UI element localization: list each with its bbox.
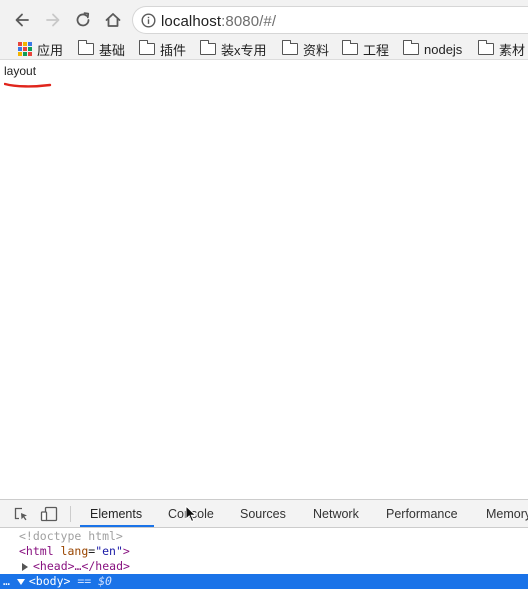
bookmark-folder[interactable]: 工程 xyxy=(341,39,390,59)
bookmark-label: 资料 xyxy=(303,42,330,58)
url-text: localhost:8080/#/ xyxy=(161,13,276,30)
page-viewport: layout xyxy=(0,61,528,499)
reload-button[interactable] xyxy=(72,9,94,31)
head-tag: <head>…</head> xyxy=(33,559,130,573)
body-tag: <body> xyxy=(28,574,71,588)
info-icon[interactable] xyxy=(141,13,156,28)
url-host: localhost xyxy=(161,13,222,30)
back-button[interactable] xyxy=(11,9,33,31)
selected-node-ref: == $0 xyxy=(77,574,112,588)
bookmark-label: 工程 xyxy=(363,42,390,58)
bookmark-folder[interactable]: nodejs xyxy=(402,39,463,59)
arrow-right-icon xyxy=(46,13,60,27)
more-actions-ellipsis[interactable]: … xyxy=(3,574,10,588)
bookmark-label: 素材 xyxy=(499,42,526,58)
folder-icon xyxy=(402,40,419,55)
folder-icon xyxy=(77,40,94,55)
bookmarks-bar: 应用 基础 插件 装x专用 资料 工程 nodejs 素材 xyxy=(0,38,528,60)
tab-network[interactable]: Network xyxy=(313,507,359,521)
bookmark-folder[interactable]: 插件 xyxy=(138,39,187,59)
mouse-pointer-icon xyxy=(185,505,197,523)
devtools-tab-bar: Elements Console Sources Network Perform… xyxy=(0,500,528,528)
dom-node-html[interactable]: <html lang="en"> xyxy=(0,544,528,559)
bookmark-label: 插件 xyxy=(160,42,187,58)
bookmark-label: 装x专用 xyxy=(221,42,267,58)
page-layout-text: layout xyxy=(4,64,37,78)
html-attr-value: "en" xyxy=(95,544,123,558)
folder-icon xyxy=(281,40,298,55)
bookmark-label: nodejs xyxy=(424,41,463,57)
bookmark-label: 应用 xyxy=(37,42,64,58)
address-bar[interactable]: localhost:8080/#/ xyxy=(132,6,528,34)
dom-node-doctype[interactable]: <!doctype html> xyxy=(0,529,528,544)
html-tag-open: <html xyxy=(19,544,54,558)
forward-button[interactable] xyxy=(42,9,64,31)
folder-icon xyxy=(341,40,358,55)
html-tag-close: > xyxy=(122,544,130,558)
collapse-triangle-icon[interactable] xyxy=(16,578,25,585)
devtools-panel: Elements Console Sources Network Perform… xyxy=(0,499,528,593)
tab-elements[interactable]: Elements xyxy=(90,507,142,521)
expand-triangle-icon[interactable] xyxy=(22,562,28,571)
toolbar-divider xyxy=(70,506,71,522)
tab-sources[interactable]: Sources xyxy=(240,507,286,521)
doctype-text: <!doctype html> xyxy=(19,529,123,543)
browser-toolbar: localhost:8080/#/ xyxy=(0,0,528,38)
arrow-left-icon xyxy=(15,13,29,27)
reload-icon xyxy=(76,12,90,27)
bookmark-folder[interactable]: 资料 xyxy=(281,39,330,59)
tab-performance[interactable]: Performance xyxy=(386,507,458,521)
dom-node-head[interactable]: <head>…</head> xyxy=(0,559,528,574)
html-attr-name: lang xyxy=(53,544,89,558)
folder-icon xyxy=(138,40,155,55)
bookmark-apps[interactable]: 应用 xyxy=(18,39,63,59)
folder-icon xyxy=(477,40,494,55)
tab-memory[interactable]: Memory xyxy=(486,507,528,521)
url-port-path: :8080/#/ xyxy=(221,13,277,30)
folder-icon xyxy=(199,40,216,55)
bookmark-folder[interactable]: 装x专用 xyxy=(199,39,267,59)
active-tab-indicator xyxy=(80,525,154,527)
bookmark-folder[interactable]: 素材 xyxy=(477,39,526,59)
device-toolbar-icon[interactable] xyxy=(40,506,58,522)
apps-grid-icon xyxy=(18,42,32,56)
bookmark-label: 基础 xyxy=(99,42,126,58)
home-button[interactable] xyxy=(102,9,124,31)
bookmark-folder[interactable]: 基础 xyxy=(77,39,126,59)
red-underline-annotation xyxy=(4,82,52,88)
dom-node-body[interactable]: … <body> == $0 xyxy=(0,574,528,589)
inspect-element-icon[interactable] xyxy=(13,506,29,522)
home-icon xyxy=(105,13,121,27)
